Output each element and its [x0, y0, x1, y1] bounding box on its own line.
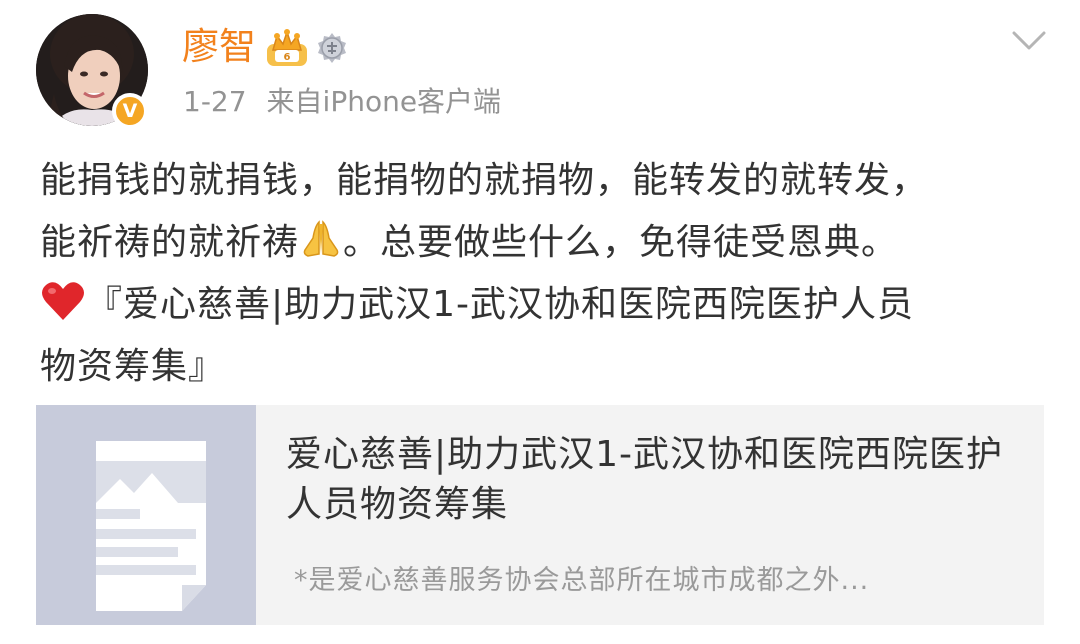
post-text-line: 『爱心慈善|助力武汉1-武汉协和医院西院医护人员 [40, 274, 1050, 336]
svg-text:6: 6 [284, 52, 291, 63]
weibo-post: V 廖智 6 1-27 来自iPhone客户端 能捐钱的就捐钱，能捐物的就捐物，能… [0, 0, 1080, 644]
folded-hands-icon [303, 220, 339, 257]
post-text-segment: 能祈祷的就祈祷 [40, 222, 300, 263]
answer-medal-icon[interactable] [316, 32, 348, 64]
document-icon [36, 405, 256, 625]
chevron-down-icon[interactable] [1009, 26, 1049, 56]
link-card-thumbnail [36, 405, 256, 625]
red-heart-icon [42, 282, 84, 320]
username[interactable]: 廖智 [182, 22, 256, 72]
post-text-line[interactable]: 物资筹集』 [40, 336, 1050, 398]
post-source[interactable]: 来自iPhone客户端 [267, 85, 502, 118]
link-card-title: 爱心慈善|助力武汉1-武汉协和医院西院医护人员物资筹集 [286, 434, 1004, 525]
post-text-line: 能祈祷的就祈祷 。总要做些什么，免得徒受恩典。 [40, 212, 1050, 274]
post-date: 1-27 [183, 85, 247, 118]
verified-badge-icon: V [112, 93, 148, 129]
post-text-line: 能捐钱的就捐钱，能捐物的就捐物，能转发的就转发， [40, 160, 929, 201]
post-meta: 1-27 来自iPhone客户端 [183, 80, 501, 124]
post-content: 能捐钱的就捐钱，能捐物的就捐物，能转发的就转发， 能祈祷的就祈祷 。总要做些什么… [40, 150, 1050, 398]
vip-crown-icon[interactable]: 6 [265, 28, 309, 68]
link-card[interactable]: 爱心慈善|助力武汉1-武汉协和医院西院医护人员物资筹集 *是爱心慈善服务协会总部… [36, 405, 1044, 625]
link-text[interactable]: 『爱心慈善|助力武汉1-武汉协和医院西院医护人员 [86, 284, 914, 325]
post-text-segment: 。总要做些什么，免得徒受恩典。 [343, 222, 899, 263]
link-card-description: *是爱心慈善服务协会总部所在城市成都之外... [294, 565, 870, 596]
